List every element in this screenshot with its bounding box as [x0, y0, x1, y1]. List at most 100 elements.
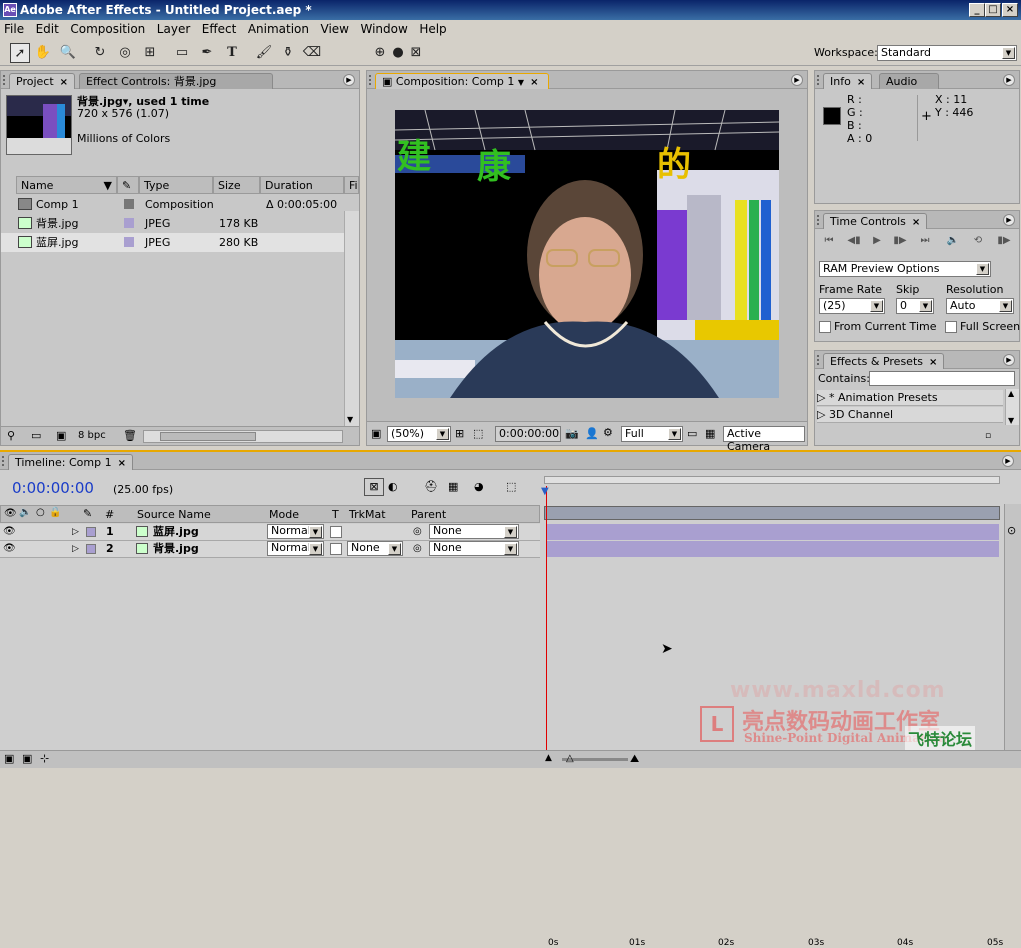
next-frame-icon[interactable]: ▮▶: [891, 234, 909, 248]
audio-toggle-icon[interactable]: 🔈: [19, 507, 31, 518]
project-vscrollbar[interactable]: ▼: [344, 211, 359, 426]
label-color-swatch[interactable]: [124, 218, 134, 228]
lock-icon[interactable]: 🔒: [49, 507, 61, 518]
grid-icon[interactable]: ⊞: [455, 427, 464, 440]
col-size[interactable]: Size: [213, 176, 260, 194]
audio-icon[interactable]: 🔈: [944, 234, 962, 248]
grip-icon[interactable]: [2, 456, 5, 466]
label-column-icon[interactable]: ✎: [83, 507, 92, 520]
channel-rgb-icon[interactable]: ⚙: [603, 426, 613, 439]
tab-project[interactable]: Project ×: [9, 73, 76, 89]
trash-icon[interactable]: 🗑: [123, 429, 137, 442]
camera-select[interactable]: Active Camera: [723, 426, 805, 453]
frame-blending-icon[interactable]: ▦: [448, 480, 458, 493]
brush-tool-icon[interactable]: 🖌: [254, 43, 274, 63]
list-item[interactable]: 背景.jpg JPEG 178 KB: [1, 214, 344, 233]
blend-mode-select[interactable]: Normal ▼: [267, 541, 324, 556]
menu-help[interactable]: Help: [415, 20, 450, 39]
full-screen-checkbox[interactable]: [945, 321, 957, 333]
expand-triangle-icon[interactable]: ▷: [817, 408, 829, 421]
time-ruler[interactable]: [540, 474, 1004, 524]
zoom-out-icon[interactable]: ▲: [545, 753, 552, 763]
parent-select[interactable]: None ▼: [429, 541, 519, 556]
list-item[interactable]: Comp 1 Composition Δ 0:00:05:00: [1, 195, 344, 214]
selection-tool-icon[interactable]: ➚: [10, 43, 30, 63]
menu-composition[interactable]: Composition: [66, 20, 149, 39]
panel-menu-icon[interactable]: ▶: [1002, 455, 1014, 467]
minimize-button[interactable]: _: [969, 3, 985, 17]
expand-triangle-icon[interactable]: ▷: [817, 391, 829, 404]
last-frame-icon[interactable]: ⏭: [916, 234, 934, 248]
preserve-transparency-checkbox[interactable]: [330, 526, 342, 538]
draft-3d-icon[interactable]: ◐: [388, 480, 398, 493]
toggle-modes-icon[interactable]: ▣: [22, 752, 32, 765]
time-navigator[interactable]: [544, 476, 1000, 484]
rotate-tool-icon[interactable]: ↻: [90, 43, 110, 63]
effects-search-input[interactable]: [869, 371, 1015, 386]
label-color-swatch[interactable]: [86, 544, 96, 554]
toggle-switches-icon[interactable]: ▣: [4, 752, 14, 765]
effects-vscrollbar[interactable]: ▲ ▼: [1005, 389, 1019, 425]
scroll-down-icon[interactable]: ▼: [347, 415, 353, 424]
view-axis-icon[interactable]: ⊠: [406, 43, 426, 63]
ram-preview-select[interactable]: RAM Preview Options ▼: [819, 261, 991, 277]
scroll-down-icon[interactable]: ▼: [1008, 416, 1014, 425]
parent-select[interactable]: None ▼: [429, 524, 519, 539]
col-trkmat[interactable]: TrkMat: [349, 508, 386, 521]
playhead-icon[interactable]: ▼: [541, 486, 549, 497]
col-name[interactable]: Name ▼: [16, 176, 117, 194]
expand-triangle-icon[interactable]: ▷: [72, 541, 79, 557]
axis-mode-icon[interactable]: ⊕: [370, 43, 390, 63]
comp-button-icon[interactable]: ⊙: [1007, 524, 1016, 537]
eye-icon[interactable]: 👁: [3, 524, 16, 540]
label-color-swatch[interactable]: [124, 199, 134, 209]
tab-info[interactable]: Info ×: [823, 73, 873, 89]
panel-menu-icon[interactable]: ▶: [791, 74, 803, 86]
video-toggle-icon[interactable]: 👁: [4, 508, 17, 519]
graph-editor-icon[interactable]: ⬚: [506, 480, 516, 493]
expand-triangle-icon[interactable]: ▷: [72, 524, 79, 540]
col-t[interactable]: T: [332, 508, 339, 521]
scroll-thumb[interactable]: [160, 432, 256, 441]
col-file[interactable]: File: [344, 176, 359, 194]
eye-icon[interactable]: 👁: [3, 541, 16, 557]
close-button[interactable]: ×: [1002, 3, 1018, 17]
current-time-indicator[interactable]: [546, 486, 547, 752]
table-row[interactable]: 👁 ▷ 1 蓝屏.jpg Normal ▼ ◎ None ▼: [0, 524, 540, 541]
list-item[interactable]: 蓝屏.jpg JPEG 280 KB: [1, 233, 344, 252]
orbit-camera-icon[interactable]: ◎: [115, 43, 135, 63]
tab-time-controls[interactable]: Time Controls ×: [823, 213, 928, 229]
pickwhip-icon[interactable]: ◎: [413, 541, 422, 557]
expand-collapse-icon[interactable]: ⊹: [40, 752, 49, 765]
timeline-timecode[interactable]: 0:00:00:00: [12, 479, 94, 497]
play-icon[interactable]: ▶: [868, 234, 886, 248]
menu-window[interactable]: Window: [356, 20, 411, 39]
workspace-select[interactable]: Standard ▼: [877, 45, 1017, 61]
first-frame-icon[interactable]: ⏮: [820, 234, 838, 248]
fast-previews-icon[interactable]: ▭: [687, 427, 697, 440]
layer-duration-bar[interactable]: [547, 541, 999, 557]
zoom-tool-icon[interactable]: 🔍: [58, 43, 78, 63]
clone-stamp-icon[interactable]: ⚱: [278, 43, 298, 63]
pan-behind-icon[interactable]: ⊞: [140, 43, 160, 63]
work-area-bar[interactable]: [544, 506, 1000, 520]
label-color-swatch[interactable]: [124, 237, 134, 247]
layer-duration-bar[interactable]: [547, 524, 999, 540]
tab-composition[interactable]: ▣ Composition: Comp 1 ▼ ×: [375, 73, 549, 89]
show-snapshot-icon[interactable]: 👤: [585, 427, 599, 440]
menu-effect[interactable]: Effect: [198, 20, 241, 39]
zoom-slider-thumb[interactable]: △: [566, 753, 574, 764]
tab-effect-controls[interactable]: Effect Controls: 背景.jpg: [79, 73, 273, 89]
pickwhip-icon[interactable]: ◎: [413, 524, 422, 540]
project-hscrollbar[interactable]: [143, 430, 343, 443]
panel-menu-icon[interactable]: ▶: [1003, 354, 1015, 366]
menu-animation[interactable]: Animation: [244, 20, 313, 39]
col-parent[interactable]: Parent: [411, 508, 446, 521]
type-tool-icon[interactable]: T: [222, 43, 242, 63]
motion-blur-icon[interactable]: ◕: [474, 480, 484, 493]
panel-menu-icon[interactable]: ▶: [1003, 214, 1015, 226]
zoom-in-icon[interactable]: ⛰: [630, 752, 639, 766]
resolution-select[interactable]: Auto ▼: [946, 298, 1014, 314]
grip-icon[interactable]: [817, 215, 820, 225]
bit-depth[interactable]: 8 bpc: [78, 430, 106, 441]
